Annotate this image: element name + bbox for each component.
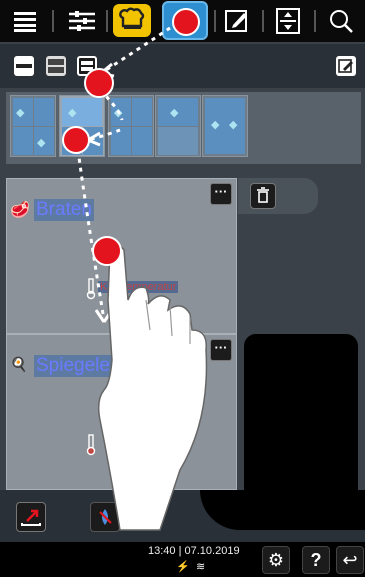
help-icon[interactable]: ?	[302, 546, 330, 574]
touch-marker	[84, 68, 114, 98]
touch-marker-end	[92, 236, 122, 266]
gesture-overlay	[76, 26, 208, 531]
status-datetime: 13:40 | 07.10.2019	[148, 545, 240, 557]
status-separator: |	[178, 545, 182, 557]
back-icon[interactable]: ↩	[336, 546, 364, 574]
touch-marker	[62, 126, 90, 154]
wifi-icon: ≋	[196, 561, 206, 573]
settings-gear-icon[interactable]: ⚙	[262, 546, 290, 574]
status-time: 13:40	[148, 545, 176, 557]
status-date: 07.10.2019	[184, 545, 240, 557]
network-icon: ⚡	[176, 561, 190, 573]
